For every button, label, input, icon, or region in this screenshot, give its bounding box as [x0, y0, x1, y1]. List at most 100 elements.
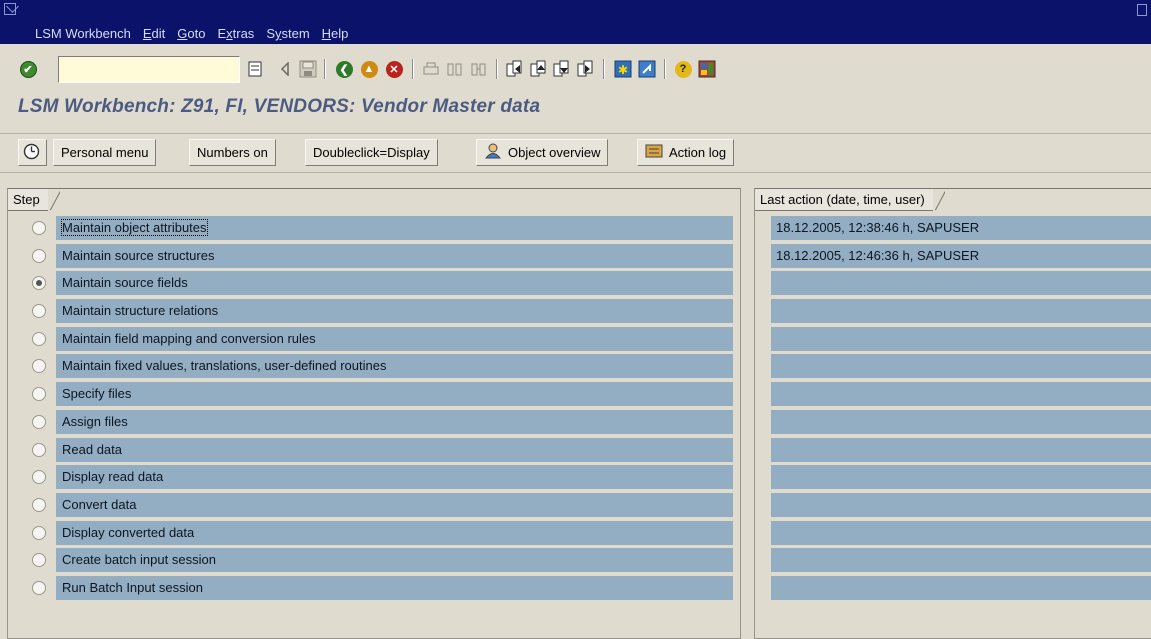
step-row[interactable]: Convert data — [8, 492, 740, 517]
step-label[interactable]: Read data — [56, 437, 733, 462]
step-label[interactable]: Specify files — [56, 382, 733, 407]
step-radio[interactable] — [32, 359, 46, 374]
minimize-icon[interactable] — [1137, 4, 1147, 16]
last-action-row — [755, 520, 1151, 545]
steps-panel: Step Maintain object attributes Maintain … — [7, 188, 741, 639]
step-radio[interactable] — [32, 470, 46, 485]
step-radio[interactable] — [32, 331, 46, 346]
step-label-text: Display converted data — [62, 524, 195, 540]
last-action-row — [755, 465, 1151, 490]
application-toolbar: Personal menu Numbers on Doubleclick=Dis… — [0, 133, 1151, 173]
last-page-icon[interactable] — [576, 59, 596, 79]
step-label[interactable]: Maintain structure relations — [56, 299, 733, 324]
step-row[interactable]: Maintain structure relations — [8, 299, 740, 324]
step-label[interactable]: Maintain source structures — [56, 243, 733, 268]
last-action-row — [755, 354, 1151, 379]
object-overview-label: Object overview — [508, 145, 601, 160]
step-label-text: Maintain field mapping and conversion ru… — [62, 330, 316, 346]
step-row[interactable]: Maintain source structures — [8, 243, 740, 268]
enter-icon[interactable]: ✔ — [18, 59, 38, 79]
create-session-icon[interactable]: ✱ — [613, 59, 633, 79]
step-label-text: Specify files — [62, 386, 132, 402]
step-label-text: Maintain source fields — [62, 275, 188, 291]
find-icon[interactable] — [445, 59, 465, 79]
step-radio[interactable] — [32, 525, 46, 540]
last-action-cell — [771, 465, 1151, 490]
step-row[interactable]: Maintain object attributes — [8, 216, 740, 240]
step-label[interactable]: Convert data — [56, 492, 733, 517]
previous-page-icon[interactable] — [529, 59, 549, 79]
step-radio[interactable] — [32, 442, 46, 457]
personal-menu-button[interactable]: Personal menu — [53, 139, 157, 166]
step-label[interactable]: Display converted data — [56, 520, 733, 545]
execute-button[interactable] — [18, 139, 47, 166]
print-icon[interactable] — [421, 59, 441, 79]
step-row[interactable]: Maintain source fields — [8, 271, 740, 296]
steps-list: Maintain object attributes Maintain sourc… — [8, 216, 740, 604]
step-radio[interactable] — [32, 497, 46, 512]
menu-edit[interactable]: Edit — [143, 26, 165, 41]
steps-header-label: Step — [8, 189, 48, 211]
step-radio[interactable] — [32, 387, 46, 402]
step-label-text: Maintain fixed values, translations, use… — [62, 358, 387, 374]
menu-extras[interactable]: Extras — [217, 26, 254, 41]
numbers-on-button[interactable]: Numbers on — [189, 139, 276, 166]
back-arrow-icon[interactable] — [275, 59, 295, 79]
step-row[interactable]: Display converted data — [8, 520, 740, 545]
step-row[interactable]: Maintain fixed values, translations, use… — [8, 354, 740, 379]
step-label[interactable]: Create batch input session — [56, 548, 733, 573]
step-label[interactable]: Maintain field mapping and conversion ru… — [56, 326, 733, 351]
action-log-button[interactable]: Action log — [637, 139, 735, 166]
menu-help[interactable]: Help — [322, 26, 349, 41]
step-label[interactable]: Run Batch Input session — [56, 575, 733, 600]
last-action-cell — [771, 382, 1151, 407]
step-radio[interactable] — [32, 553, 46, 568]
step-radio[interactable] — [32, 304, 46, 319]
cancel-icon[interactable]: ✕ — [384, 59, 404, 79]
last-action-cell — [771, 299, 1151, 324]
steps-header: Step — [8, 189, 60, 211]
command-field[interactable] — [58, 56, 240, 83]
step-row[interactable]: Run Batch Input session — [8, 575, 740, 600]
step-label[interactable]: Display read data — [56, 465, 733, 490]
step-radio[interactable] — [32, 248, 46, 263]
step-row[interactable]: Assign files — [8, 409, 740, 434]
menu-system[interactable]: System — [266, 26, 309, 41]
step-radio[interactable] — [32, 414, 46, 429]
save-icon[interactable] — [298, 59, 318, 79]
step-radio[interactable] — [32, 276, 46, 291]
next-page-icon[interactable] — [552, 59, 572, 79]
step-label[interactable]: Maintain fixed values, translations, use… — [56, 354, 733, 379]
menu-goto[interactable]: Goto — [177, 26, 205, 41]
object-overview-button[interactable]: Object overview — [476, 139, 609, 166]
save-entries-icon[interactable] — [245, 59, 265, 79]
step-radio[interactable] — [32, 221, 46, 235]
step-label[interactable]: Maintain object attributes — [56, 216, 733, 240]
exit-icon[interactable]: ▲ — [359, 59, 379, 79]
last-action-header: Last action (date, time, user) — [755, 189, 945, 211]
step-row[interactable]: Specify files — [8, 382, 740, 407]
last-action-row — [755, 575, 1151, 600]
sap-window: LSM Workbench Edit Goto Extras System Help ✔ … — [0, 0, 1151, 639]
step-row[interactable]: Display read data — [8, 465, 740, 490]
last-action-row — [755, 271, 1151, 296]
shortcut-icon[interactable] — [637, 59, 657, 79]
doubleclick-display-button[interactable]: Doubleclick=Display — [305, 139, 438, 166]
first-page-icon[interactable] — [505, 59, 525, 79]
menu-lsm-workbench[interactable]: LSM Workbench — [35, 26, 131, 41]
step-label-text: Display read data — [62, 469, 164, 485]
step-row[interactable]: Maintain field mapping and conversion ru… — [8, 326, 740, 351]
back-icon[interactable]: ❮ — [334, 59, 354, 79]
step-row[interactable]: Read data — [8, 437, 740, 462]
find-next-icon[interactable] — [469, 59, 489, 79]
step-row[interactable]: Create batch input session — [8, 548, 740, 573]
svg-text:✱: ✱ — [618, 63, 628, 77]
system-menu-icon[interactable] — [4, 3, 16, 15]
step-label[interactable]: Assign files — [56, 409, 733, 434]
last-action-row: 18.12.2005, 12:46:36 h, SAPUSER — [755, 243, 1151, 268]
help-icon[interactable]: ? — [673, 59, 693, 79]
step-label[interactable]: Maintain source fields — [56, 271, 733, 296]
step-label-text: Assign files — [62, 413, 128, 429]
step-radio[interactable] — [32, 580, 46, 595]
layout-menu-icon[interactable] — [697, 59, 717, 79]
